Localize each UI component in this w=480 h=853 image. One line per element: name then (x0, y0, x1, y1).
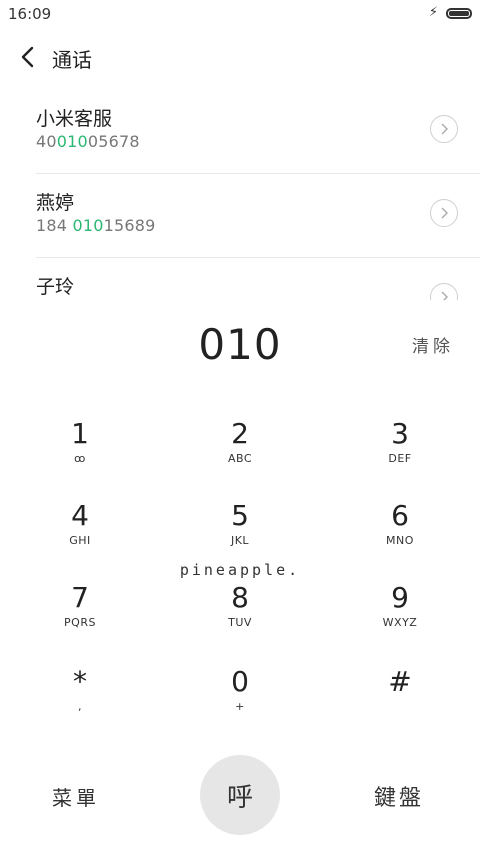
contact-row[interactable]: 燕婷 184 01015689 (0, 174, 480, 258)
key-hash[interactable]: # (320, 666, 480, 748)
menu-button[interactable]: 菜單 (52, 782, 100, 811)
number-match: 010 (56, 132, 88, 151)
key-digit: 3 (391, 417, 409, 450)
header: 通话 (0, 38, 480, 78)
key-letters: JKL (230, 534, 250, 547)
contact-number: 184 01015689 (36, 216, 155, 235)
key-0[interactable]: 0 + (160, 666, 320, 748)
chevron-left-icon[interactable] (16, 42, 46, 72)
key-digit: 6 (391, 499, 409, 532)
key-1[interactable]: 1ꝏ (0, 418, 160, 500)
key-2[interactable]: 2 ABC (160, 418, 320, 500)
key-letters: DEF (388, 452, 412, 465)
key-letters: WXYZ (382, 616, 418, 629)
key-digit: 0 (231, 665, 249, 698)
key-digit: 1 (71, 417, 89, 450)
contact-name: 燕婷 (36, 192, 75, 214)
key-letters: + (235, 700, 245, 713)
key-digit: 9 (391, 581, 409, 614)
lightning-bolt-icon: ⚡ (428, 5, 438, 20)
key-digit: * (73, 665, 87, 698)
key-3[interactable]: 3 DEF (320, 418, 480, 500)
battery-full-icon (446, 8, 472, 19)
number-part: 184 (36, 216, 73, 235)
key-digit: 2 (231, 417, 249, 450)
dialed-number: 010 (198, 320, 282, 369)
key-digit: 8 (231, 581, 249, 614)
key-star[interactable]: *, (0, 666, 160, 748)
key-letters: , (78, 700, 82, 713)
call-label: 呼 (226, 783, 253, 813)
chevron-right-icon[interactable] (430, 283, 458, 300)
contact-name: 子玲 (36, 276, 75, 298)
status-time: 16:09 (8, 5, 52, 23)
status-bar: 16:09 ⚡ (0, 0, 480, 28)
number-part: 40 (36, 132, 57, 151)
key-letters: PQRS (64, 616, 96, 629)
key-digit: 7 (71, 581, 89, 614)
contact-number: 4001005678 (36, 132, 140, 151)
contact-row[interactable]: 小米客服 4001005678 (0, 90, 480, 174)
voicemail-icon: ꝏ (74, 452, 86, 465)
page-title: 通话 (52, 48, 92, 72)
number-part: 05678 (87, 132, 140, 151)
watermark: pineapple. (179, 561, 301, 579)
key-digit: # (388, 665, 412, 698)
call-button[interactable]: 呼 (200, 755, 280, 835)
key-letters: TUV (228, 616, 252, 629)
key-letters: MNO (386, 534, 414, 547)
number-part: 15689 (103, 216, 156, 235)
keyboard-button[interactable]: 鍵盤 (374, 780, 424, 812)
dial-display: 010 清除 (0, 316, 480, 376)
chevron-right-icon[interactable] (430, 199, 458, 227)
key-digit: 5 (231, 499, 249, 532)
key-9[interactable]: 9 WXYZ (320, 582, 480, 664)
chevron-right-icon[interactable] (430, 115, 458, 143)
key-letters: GHI (69, 534, 91, 547)
contact-list: 小米客服 4001005678 燕婷 184 01015689 子玲 (0, 90, 480, 300)
key-digit: 4 (71, 499, 89, 532)
clear-button[interactable]: 清除 (412, 332, 454, 357)
number-match: 010 (72, 216, 104, 235)
contact-name: 小米客服 (36, 108, 113, 130)
key-letters: ABC (227, 452, 253, 465)
contact-row[interactable]: 子玲 (0, 258, 480, 300)
key-8[interactable]: 8 TUV (160, 582, 320, 664)
key-7[interactable]: 7 PQRS (0, 582, 160, 664)
